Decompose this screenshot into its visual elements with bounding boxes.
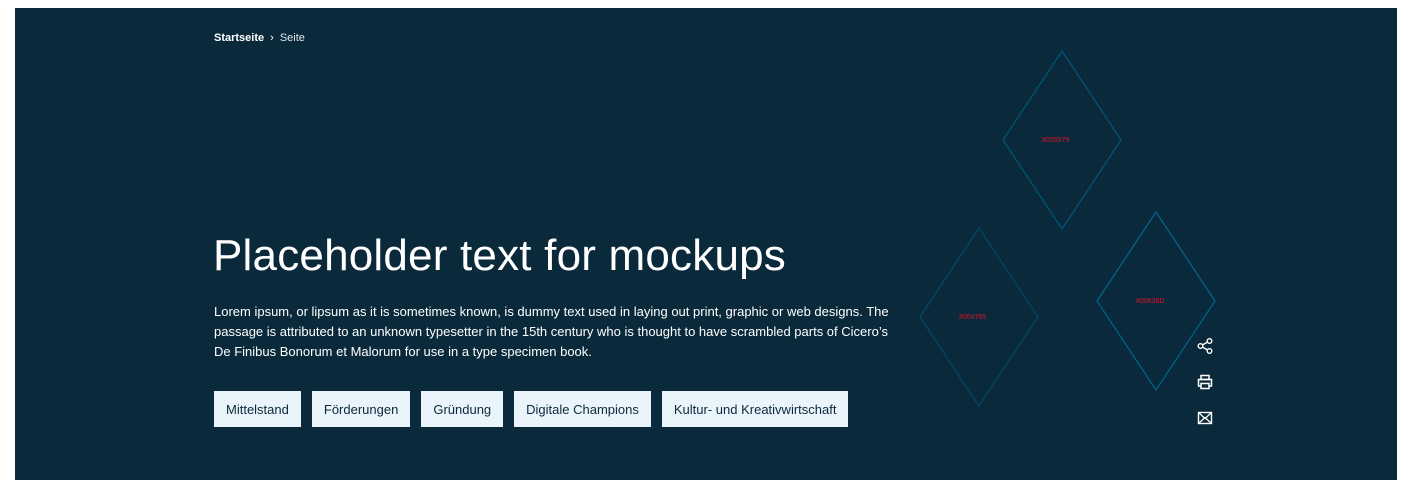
diamond-top: #005579 xyxy=(1002,49,1122,231)
share-icon xyxy=(1196,337,1214,355)
tag-list: Mittelstand Förderungen Gründung Digital… xyxy=(214,391,849,427)
diamond-left: #004765 xyxy=(919,226,1039,408)
breadcrumb-current: Seite xyxy=(279,32,305,44)
diamond-left-shape xyxy=(919,226,1039,408)
breadcrumb-home-link[interactable]: Startseite xyxy=(214,32,264,44)
hero-section: Startseite › Seite #005579 #004765 #0063… xyxy=(15,8,1397,480)
email-button[interactable] xyxy=(1196,409,1214,427)
diamond-right-label: #00638D xyxy=(1136,298,1164,305)
tag-kultur-kreativwirtschaft[interactable]: Kultur- und Kreativwirtschaft xyxy=(661,391,849,427)
mail-icon xyxy=(1196,409,1214,427)
print-icon xyxy=(1196,373,1214,391)
breadcrumb: Startseite › Seite xyxy=(214,32,305,44)
tag-foerderungen[interactable]: Förderungen xyxy=(311,391,411,427)
diamond-top-label: #005579 xyxy=(1042,137,1069,144)
page-title: Placeholder text for mockups xyxy=(213,231,786,280)
tag-digitale-champions[interactable]: Digitale Champions xyxy=(514,391,651,427)
lead-paragraph: Lorem ipsum, or lipsum as it is sometime… xyxy=(214,304,889,359)
tag-gruendung[interactable]: Gründung xyxy=(421,391,504,427)
diamond-left-label: #004765 xyxy=(959,314,986,321)
breadcrumb-separator: › xyxy=(270,32,274,44)
tag-mittelstand[interactable]: Mittelstand xyxy=(214,391,301,427)
share-button[interactable] xyxy=(1196,337,1214,355)
page-actions xyxy=(1196,337,1214,427)
diamond-top-shape xyxy=(1002,49,1122,231)
print-button[interactable] xyxy=(1196,373,1214,391)
